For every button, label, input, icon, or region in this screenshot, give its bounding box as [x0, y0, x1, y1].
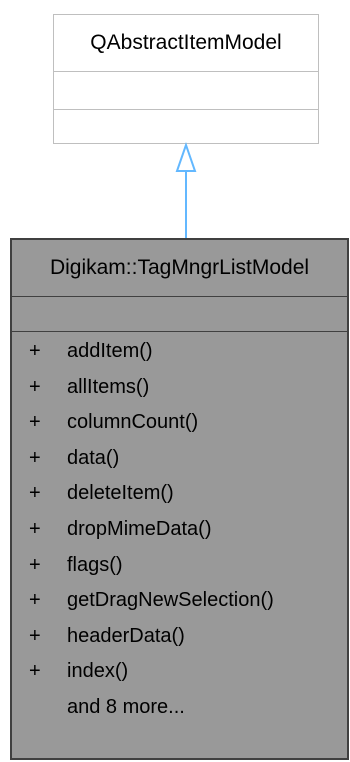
method-visibility: + — [29, 589, 41, 612]
method-name: dropMimeData() — [67, 517, 212, 540]
method-visibility: + — [29, 482, 41, 505]
method-name: getDragNewSelection() — [67, 589, 274, 612]
method-name: flags() — [67, 553, 123, 576]
method-row[interactable]: + data() — [12, 441, 347, 477]
method-visibility: + — [29, 411, 41, 434]
inheritance-arrowhead-icon — [175, 141, 197, 172]
method-name: data() — [67, 446, 120, 469]
main-class-methods: + addItem() + allItems() + columnCount()… — [12, 332, 347, 726]
method-name: columnCount() — [67, 411, 199, 434]
method-visibility: + — [29, 340, 41, 362]
method-row[interactable]: + deleteItem() — [12, 476, 347, 512]
more-methods-label: and 8 more... — [67, 695, 185, 718]
method-name: index() — [67, 660, 129, 683]
method-visibility: + — [29, 624, 41, 647]
method-row[interactable]: + flags() — [12, 548, 347, 584]
method-visibility: + — [29, 553, 41, 576]
method-visibility: + — [29, 375, 41, 398]
method-visibility: + — [29, 660, 41, 683]
method-name: headerData() — [67, 624, 185, 647]
main-class-attributes — [12, 297, 347, 332]
method-row[interactable]: + dropMimeData() — [12, 512, 347, 548]
main-class-name: Digikam::TagMngrListModel — [12, 240, 347, 297]
method-visibility: + — [29, 446, 41, 469]
method-row[interactable]: + allItems() — [12, 370, 347, 406]
method-row[interactable]: + headerData() — [12, 619, 347, 655]
method-visibility: + — [29, 517, 41, 540]
method-row[interactable]: + getDragNewSelection() — [12, 583, 347, 619]
method-row[interactable]: + addItem() — [12, 334, 347, 370]
method-row[interactable]: + index() — [12, 654, 347, 690]
method-name: deleteItem() — [67, 482, 174, 505]
more-methods-row[interactable]: and 8 more... — [12, 690, 347, 726]
method-name: allItems() — [67, 375, 150, 398]
method-name: addItem() — [67, 340, 153, 362]
main-class-box[interactable]: Digikam::TagMngrListModel + addItem() + … — [10, 238, 349, 760]
method-row[interactable]: + columnCount() — [12, 405, 347, 441]
